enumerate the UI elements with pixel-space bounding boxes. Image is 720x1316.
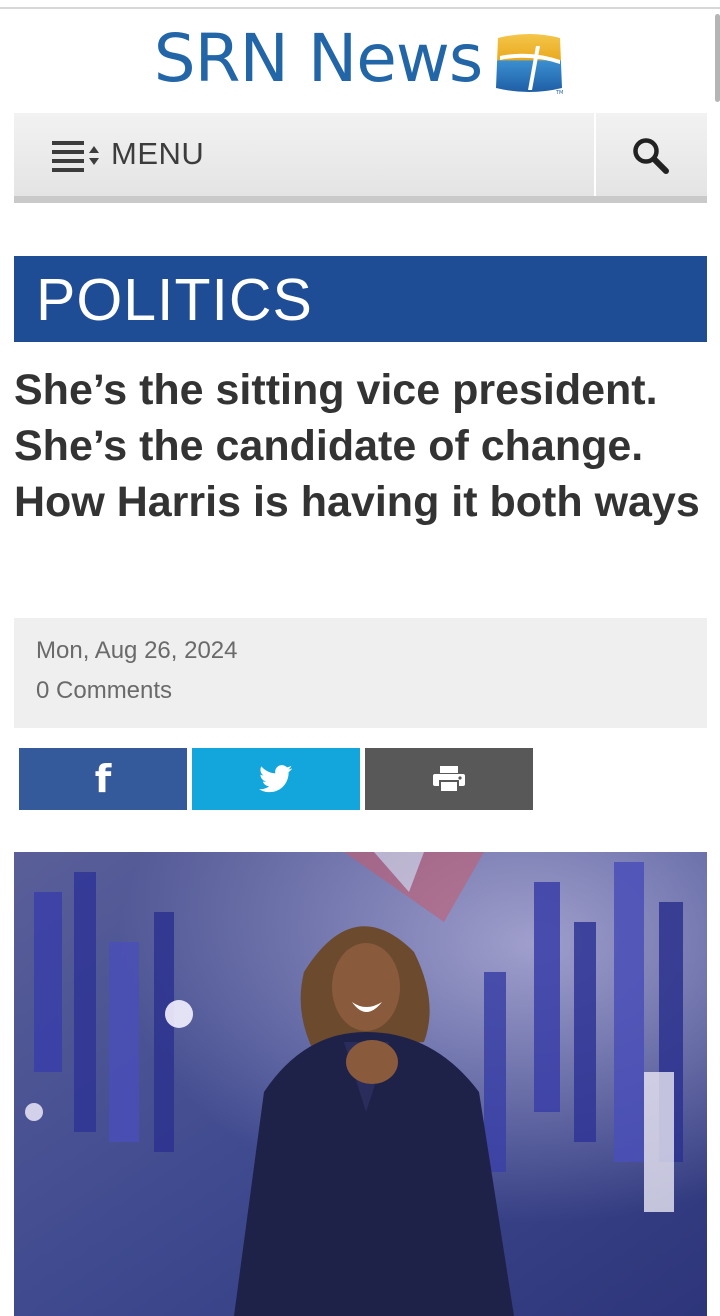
svg-text:TM: TM bbox=[555, 90, 563, 94]
menu-button[interactable]: MENU bbox=[14, 113, 594, 196]
facebook-share-button[interactable]: f bbox=[19, 748, 187, 810]
section-label: POLITICS bbox=[36, 267, 313, 333]
logo-mark-icon: TM bbox=[496, 34, 564, 94]
nav-bar: MENU bbox=[14, 113, 707, 203]
twitter-icon bbox=[259, 765, 293, 793]
facebook-icon: f bbox=[94, 757, 112, 801]
article-photo-image bbox=[14, 852, 707, 1316]
print-icon bbox=[433, 766, 465, 793]
twitter-share-button[interactable] bbox=[192, 748, 360, 810]
article-meta: Mon, Aug 26, 2024 0 Comments bbox=[14, 618, 707, 728]
article-date: Mon, Aug 26, 2024 bbox=[36, 637, 238, 664]
print-button[interactable] bbox=[365, 748, 533, 810]
article-photo[interactable] bbox=[14, 852, 707, 1316]
search-button[interactable] bbox=[596, 113, 707, 196]
logo-text: SRN News bbox=[153, 20, 483, 97]
section-banner[interactable]: POLITICS bbox=[14, 256, 707, 342]
comments-count-link[interactable]: 0 Comments bbox=[36, 677, 172, 705]
article-headline: She’s the sitting vice president. She’s … bbox=[14, 366, 700, 526]
menu-list-icon bbox=[52, 141, 99, 172]
menu-label: MENU bbox=[111, 136, 205, 171]
top-divider bbox=[0, 7, 720, 9]
site-logo[interactable]: SRN News TM bbox=[0, 20, 720, 98]
search-icon bbox=[633, 138, 669, 174]
